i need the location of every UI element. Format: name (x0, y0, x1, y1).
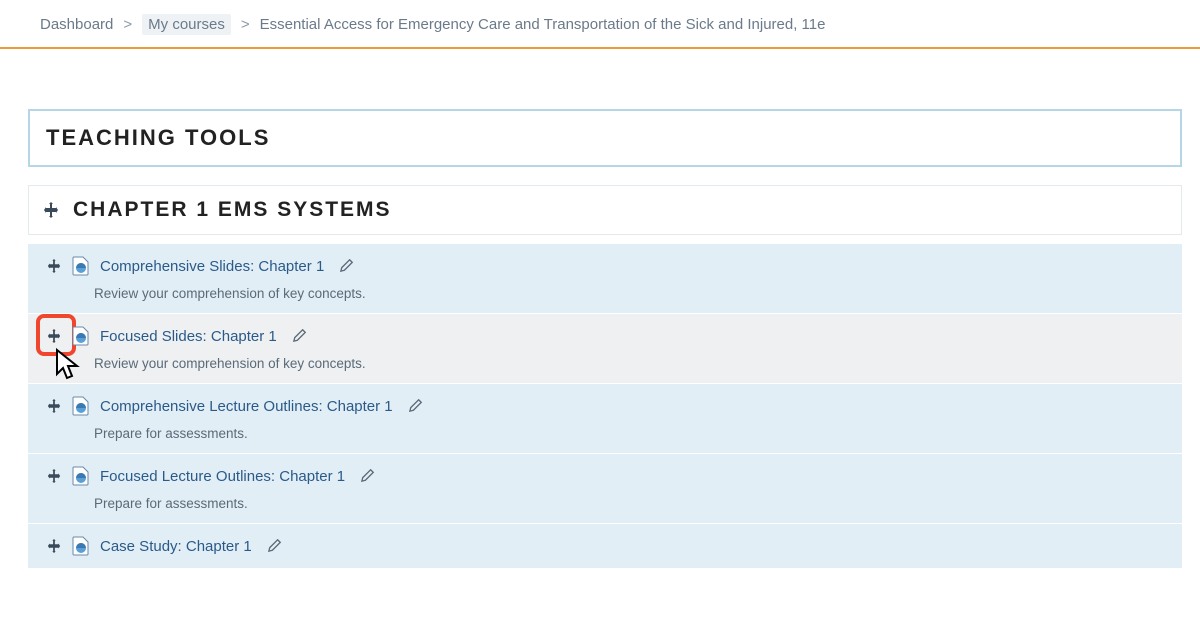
move-icon[interactable] (46, 398, 62, 414)
section-header: TEACHING TOOLS (28, 109, 1182, 167)
activity-description: Review your comprehension of key concept… (94, 356, 1166, 371)
move-icon[interactable] (46, 258, 62, 274)
breadcrumb-dashboard[interactable]: Dashboard (40, 16, 113, 33)
activity-link[interactable]: Focused Lecture Outlines: Chapter 1 (100, 468, 345, 485)
move-icon[interactable] (43, 202, 59, 218)
activity-list: Comprehensive Slides: Chapter 1 Review y… (28, 243, 1182, 568)
move-icon[interactable] (46, 468, 62, 484)
breadcrumb-separator: > (119, 16, 136, 33)
breadcrumb: Dashboard > My courses > Essential Acces… (0, 0, 1200, 49)
edit-icon[interactable] (293, 328, 309, 344)
move-icon[interactable] (46, 328, 62, 344)
cursor-icon (54, 348, 82, 382)
activity-item: Focused Slides: Chapter 1 Review your co… (28, 313, 1182, 383)
breadcrumb-separator: > (237, 16, 254, 33)
section-title: TEACHING TOOLS (46, 125, 1164, 151)
document-icon (72, 326, 90, 346)
document-icon (72, 466, 90, 486)
activity-link[interactable]: Focused Slides: Chapter 1 (100, 328, 277, 345)
document-icon (72, 536, 90, 556)
activity-link[interactable]: Comprehensive Slides: Chapter 1 (100, 258, 324, 275)
breadcrumb-mycourses[interactable]: My courses (142, 14, 231, 35)
activity-link[interactable]: Case Study: Chapter 1 (100, 538, 252, 555)
edit-icon[interactable] (361, 468, 377, 484)
chapter-title: CHAPTER 1 EMS SYSTEMS (73, 198, 392, 222)
breadcrumb-course[interactable]: Essential Access for Emergency Care and … (260, 16, 826, 33)
activity-link[interactable]: Comprehensive Lecture Outlines: Chapter … (100, 398, 393, 415)
move-icon[interactable] (46, 538, 62, 554)
document-icon (72, 396, 90, 416)
activity-item: Comprehensive Lecture Outlines: Chapter … (28, 383, 1182, 453)
activity-description: Review your comprehension of key concept… (94, 286, 1166, 301)
activity-item: Comprehensive Slides: Chapter 1 Review y… (28, 243, 1182, 313)
activity-item: Focused Lecture Outlines: Chapter 1 Prep… (28, 453, 1182, 523)
activity-item: Case Study: Chapter 1 (28, 523, 1182, 568)
chapter-header: CHAPTER 1 EMS SYSTEMS (28, 185, 1182, 235)
edit-icon[interactable] (340, 258, 356, 274)
edit-icon[interactable] (268, 538, 284, 554)
edit-icon[interactable] (409, 398, 425, 414)
document-icon (72, 256, 90, 276)
activity-description: Prepare for assessments. (94, 496, 1166, 511)
activity-description: Prepare for assessments. (94, 426, 1166, 441)
